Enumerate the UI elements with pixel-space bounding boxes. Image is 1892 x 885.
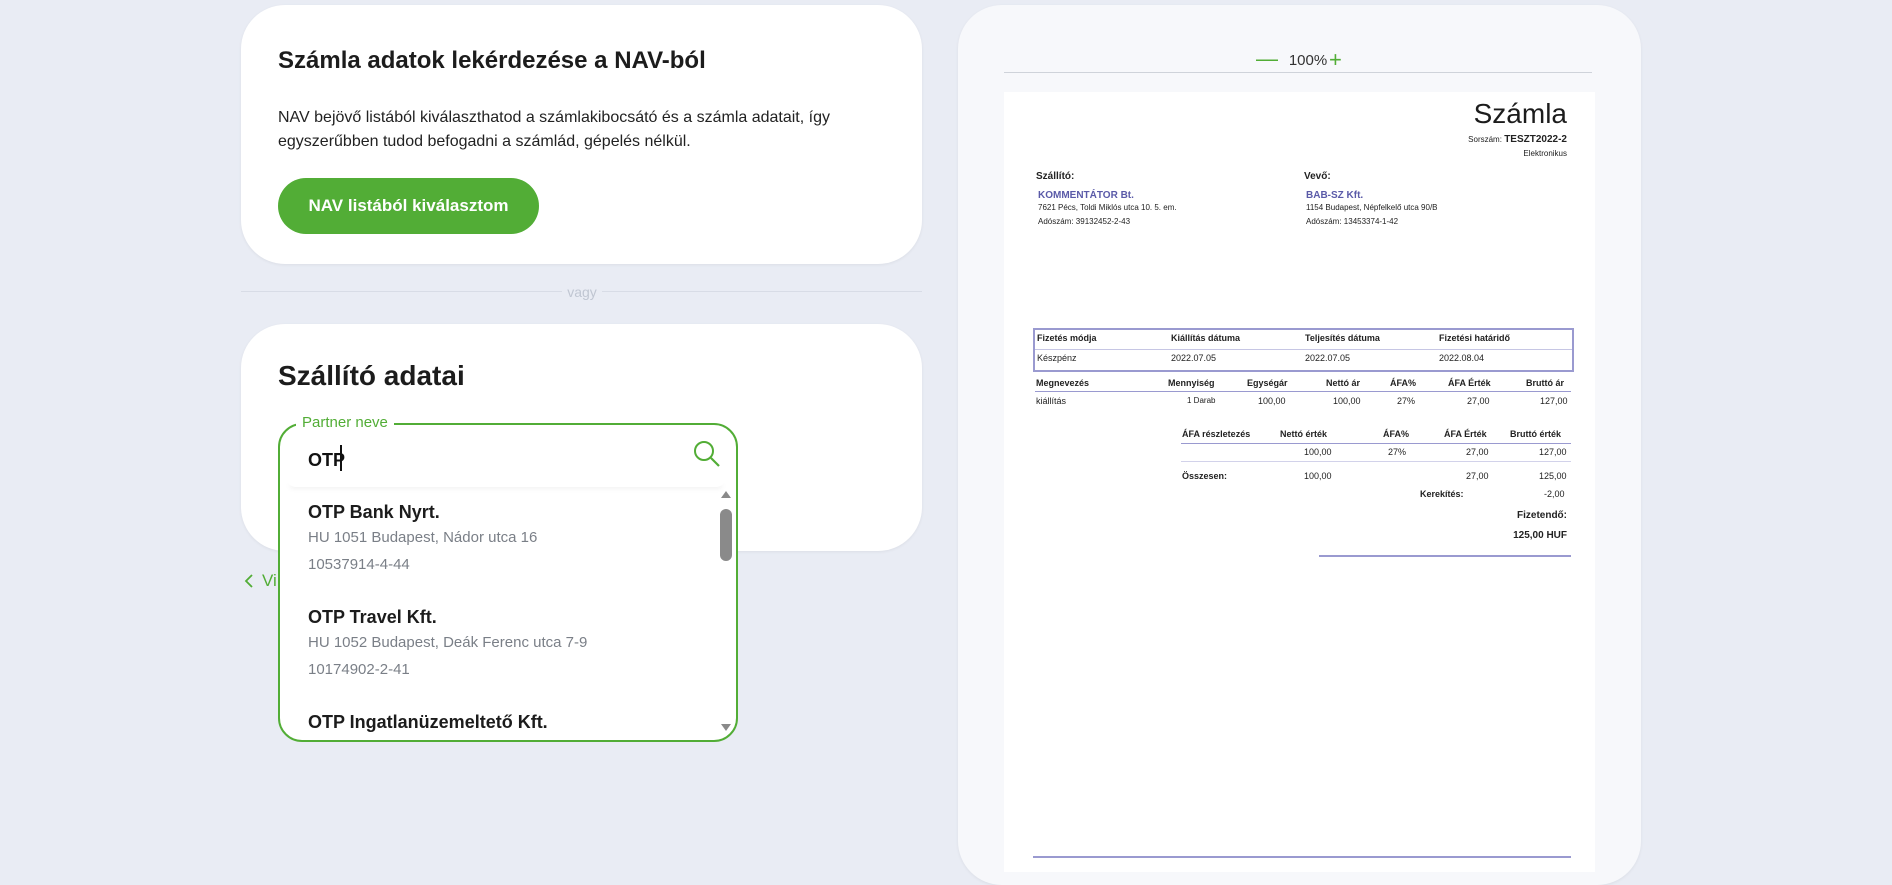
seller-address: 7621 Pécs, Toldi Miklós utca 10. 5. em. [1038, 203, 1177, 212]
payment-value: 2022.07.05 [1171, 353, 1217, 363]
result-name: OTP Bank Nyrt. [308, 502, 440, 522]
zoom-out-button[interactable]: — [1256, 48, 1278, 70]
buyer-address: 1154 Budapest, Népfelkelő utca 90/B [1306, 203, 1438, 212]
invoice-type: Elektronikus [1523, 149, 1567, 158]
item-header: Mennyiség [1168, 378, 1215, 388]
item-cell: 27,00 [1467, 396, 1490, 406]
result-tax-number: 10537914-4-44 [308, 556, 410, 573]
chevron-left-icon [244, 574, 253, 588]
scroll-down-arrow-icon[interactable] [719, 721, 733, 735]
seller-tax: Adószám: 39132452-2-43 [1038, 217, 1131, 226]
rounding-label: Kerekítés: [1420, 489, 1464, 499]
payment-header: Fizetési határidő [1439, 333, 1511, 343]
nav-card-description: NAV bejövő listából kiválaszthatod a szá… [278, 109, 830, 150]
vat-cell: 100,00 [1304, 447, 1332, 457]
invoice-document: Számla Sorszám: TESZT2022-2 Elektronikus… [1004, 92, 1595, 872]
vat-cell: 27,00 [1466, 447, 1489, 457]
supplier-card-title: Szállító adatai [278, 360, 465, 391]
zoom-level: 100% [1288, 52, 1328, 69]
item-header: Egységár [1247, 378, 1288, 388]
total-cell: 100,00 [1304, 471, 1332, 481]
result-name: OTP Ingatlanüzemeltető Kft. [308, 712, 548, 732]
item-header: Nettó ár [1326, 378, 1361, 388]
payment-value: Készpénz [1037, 353, 1077, 363]
payment-info-table: Fizetés módja Kiállítás dátuma Teljesíté… [1033, 328, 1574, 372]
payment-value: 2022.08.04 [1439, 353, 1485, 363]
vat-cell: 127,00 [1539, 447, 1567, 457]
input-separator [286, 477, 726, 487]
zoom-in-button[interactable]: + [1329, 49, 1342, 71]
invoice-footer-line [1033, 856, 1571, 858]
partner-field-label: Partner neve [296, 414, 394, 431]
total-label: Összesen: [1182, 471, 1228, 481]
payable-value: 125,00 HUF [1513, 530, 1567, 541]
item-cell: 100,00 [1333, 396, 1361, 406]
result-name: OTP Travel Kft. [308, 607, 437, 627]
search-icon[interactable] [692, 439, 722, 469]
partner-search-combobox[interactable]: Partner neve OTP Bank Nyrt. HU 1051 Buda… [278, 414, 738, 742]
buyer-label: Vevő: [1304, 171, 1331, 182]
item-cell: 100,00 [1258, 396, 1286, 406]
invoice-title: Számla [1473, 98, 1567, 129]
rounding-value: -2,00 [1544, 489, 1565, 499]
table-divider [1035, 349, 1572, 350]
vat-header: ÁFA% [1383, 429, 1410, 439]
item-cell: 27% [1397, 396, 1416, 406]
result-tax-number: 10174902-2-41 [308, 661, 410, 678]
buyer-tax: Adószám: 13453374-1-42 [1306, 217, 1399, 226]
vat-header: Bruttó érték [1510, 429, 1562, 439]
scrollbar-thumb[interactable] [720, 509, 732, 561]
list-item[interactable]: OTP Ingatlanüzemeltető Kft. [308, 710, 548, 734]
vat-cell: 27% [1388, 447, 1407, 457]
item-header: Megnevezés [1036, 378, 1090, 388]
text-caret [340, 445, 342, 471]
invoice-serial-row: Sorszám: TESZT2022-2 [1468, 134, 1567, 145]
partner-results-list: OTP Bank Nyrt. HU 1051 Budapest, Nádor u… [280, 487, 720, 737]
divider-label: vagy [567, 284, 597, 300]
scroll-up-arrow-icon[interactable] [719, 487, 733, 501]
seller-name: KOMMENTÁTOR Bt. [1038, 190, 1134, 201]
partner-name-input[interactable] [308, 445, 668, 475]
total-cell: 125,00 [1539, 471, 1567, 481]
back-link[interactable]: Vi [244, 571, 277, 591]
total-cell: 27,00 [1466, 471, 1489, 481]
payment-value: 2022.07.05 [1305, 353, 1351, 363]
zoom-toolbar: — 100% + [958, 48, 1641, 73]
item-header: ÁFA Érték [1448, 378, 1491, 388]
list-item[interactable]: OTP Travel Kft. HU 1052 Budapest, Deák F… [308, 605, 587, 683]
nav-select-button[interactable]: NAV listából kiválasztom [278, 178, 539, 234]
divider-line-right [602, 291, 922, 292]
serial-label: Sorszám: [1468, 135, 1502, 144]
list-item[interactable]: OTP Bank Nyrt. HU 1051 Budapest, Nádor u… [308, 500, 537, 578]
item-header: ÁFA% [1390, 378, 1417, 388]
item-cell: 1 Darab [1187, 396, 1216, 405]
vat-header: ÁFA Érték [1444, 429, 1487, 439]
vat-header: ÁFA részletezés [1182, 429, 1251, 439]
payable-underline [1319, 555, 1571, 557]
payment-header: Teljesítés dátuma [1305, 333, 1380, 343]
vat-table-divider [1181, 461, 1571, 462]
vat-header: Nettó érték [1280, 429, 1328, 439]
serial-number: TESZT2022-2 [1504, 134, 1567, 145]
item-table-divider [1035, 391, 1571, 392]
nav-query-card: Számla adatok lekérdezése a NAV-ból NAV … [241, 5, 922, 264]
payment-header: Kiállítás dátuma [1171, 333, 1241, 343]
payable-label: Fizetendő: [1517, 510, 1567, 521]
payment-header: Fizetés módja [1037, 333, 1097, 343]
buyer-name: BAB-SZ Kft. [1306, 190, 1364, 201]
divider-line-left [241, 291, 562, 292]
item-cell: 127,00 [1540, 396, 1568, 406]
nav-card-title: Számla adatok lekérdezése a NAV-ból [278, 47, 706, 74]
vat-table-divider [1181, 443, 1571, 444]
item-header: Bruttó ár [1526, 378, 1564, 388]
result-address: HU 1051 Budapest, Nádor utca 16 [308, 529, 538, 546]
seller-label: Szállító: [1036, 171, 1075, 182]
toolbar-divider [1004, 72, 1592, 73]
result-address: HU 1052 Budapest, Deák Ferenc utca 7-9 [308, 634, 588, 651]
item-cell: kiállítás [1036, 396, 1067, 406]
back-link-label: Vi [262, 571, 277, 590]
